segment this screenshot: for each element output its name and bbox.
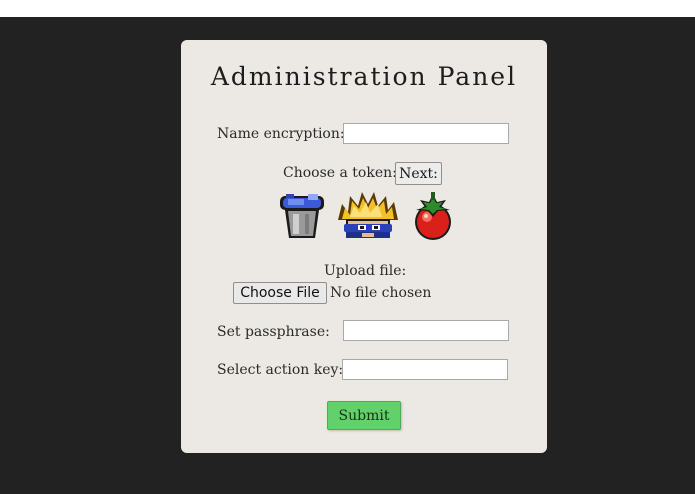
name-encryption-input[interactable] [343, 123, 509, 144]
no-file-chosen-text: No file chosen [330, 285, 432, 301]
page-title: Administration Panel [210, 62, 518, 91]
next-token-button[interactable]: Next: [395, 162, 442, 185]
action-key-input[interactable] [342, 359, 508, 380]
upload-file-label: Upload file: [324, 263, 407, 279]
top-strip [0, 0, 695, 17]
tomato-icon[interactable] [408, 190, 458, 240]
admin-panel: Administration Panel Name encryption: Ch… [181, 40, 547, 453]
choose-token-label: Choose a token: [283, 165, 397, 181]
passphrase-label: Set passphrase: [217, 324, 330, 340]
action-key-label: Select action key: [217, 362, 344, 378]
choose-file-button[interactable]: Choose File [233, 282, 327, 304]
bucket-icon[interactable] [278, 190, 326, 240]
spiky-hair-ninja-icon[interactable] [336, 190, 400, 240]
submit-button[interactable]: Submit [327, 401, 401, 430]
name-encryption-label: Name encryption: [217, 126, 345, 142]
passphrase-input[interactable] [343, 320, 509, 341]
